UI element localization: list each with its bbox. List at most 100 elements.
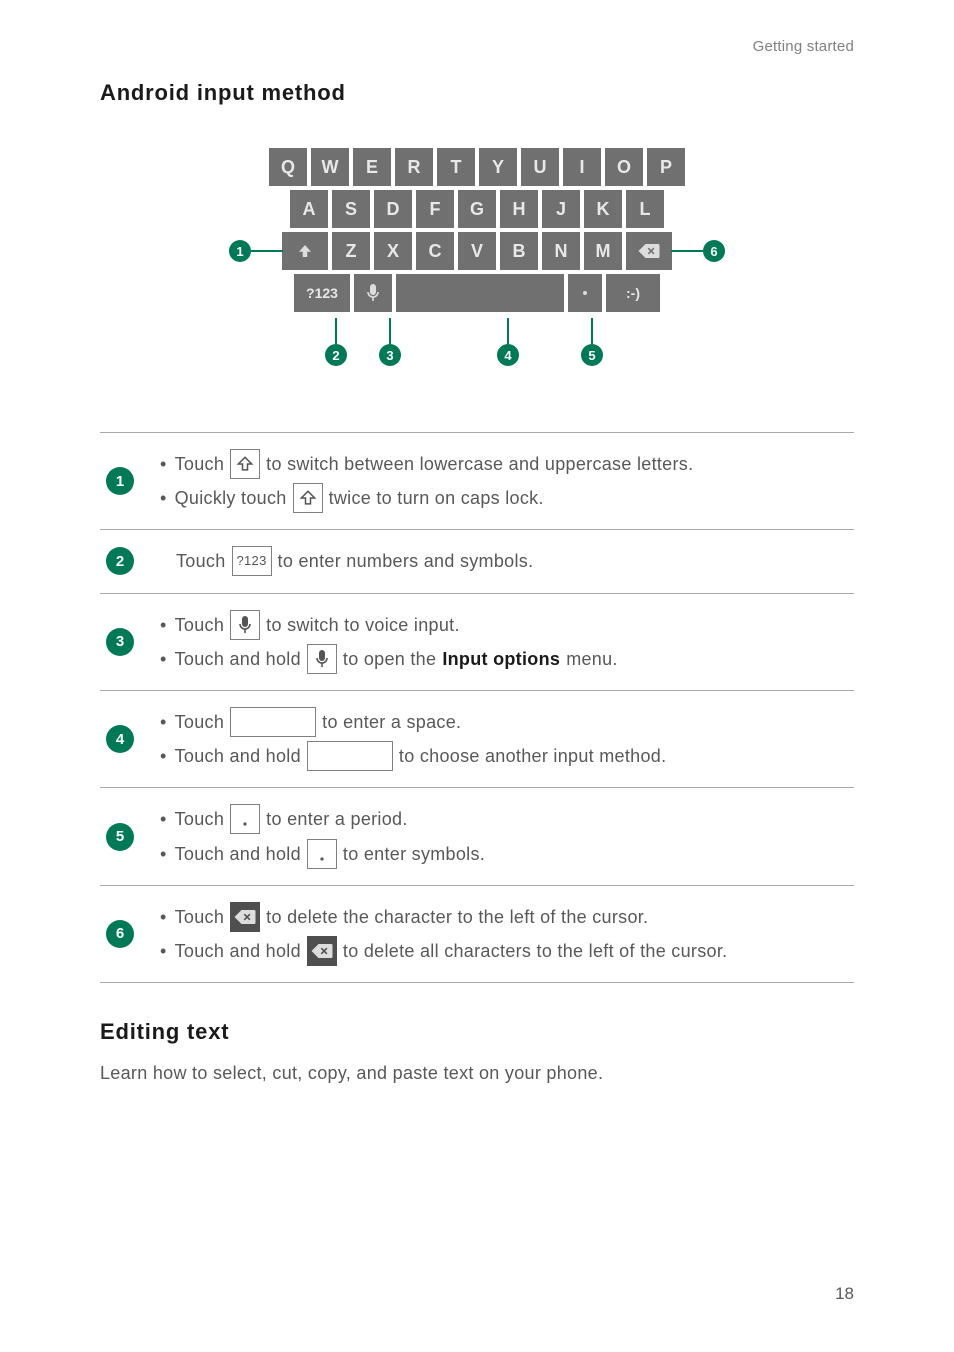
callout-line-1: [251, 250, 283, 252]
key-f: F: [416, 190, 454, 228]
key-a: A: [290, 190, 328, 228]
key-l: L: [626, 190, 664, 228]
key-z: Z: [332, 232, 370, 270]
keyboard-row-1: Q W E R T Y U I O P: [177, 148, 777, 186]
row1-a-before: Touch: [175, 447, 225, 481]
row-number-5: 5: [106, 823, 134, 851]
key-emoji: :-): [606, 274, 660, 312]
header-label: Getting started: [753, 38, 854, 55]
key-o: O: [605, 148, 643, 186]
row1-b-before: Quickly touch: [175, 481, 287, 515]
period-key-icon: [230, 804, 260, 834]
key-backspace: [626, 232, 672, 270]
row4-a-before: Touch: [175, 705, 225, 739]
callout-4: 4: [497, 344, 519, 366]
key-n: N: [542, 232, 580, 270]
spacebar-icon: [230, 707, 316, 737]
table-row: 3 Touch to switch to voice input. Touch …: [100, 594, 854, 691]
table-row: 2 Touch ?123 to enter numbers and symbol…: [100, 530, 854, 593]
key-i: I: [563, 148, 601, 186]
table-row: 1 Touch to switch between lowercase and …: [100, 433, 854, 530]
row3-b-mid: to open the: [343, 642, 436, 676]
page-number: 18: [835, 1284, 854, 1304]
row3-a-after: to switch to voice input.: [266, 608, 460, 642]
key-g: G: [458, 190, 496, 228]
key-w: W: [311, 148, 349, 186]
section-title-editing: Editing text: [100, 1019, 854, 1045]
key-e: E: [353, 148, 391, 186]
reference-table: 1 Touch to switch between lowercase and …: [100, 432, 854, 983]
callout-2: 2: [325, 344, 347, 366]
mic-icon: [230, 610, 260, 640]
key-m: M: [584, 232, 622, 270]
row1-b-after: twice to turn on caps lock.: [329, 481, 544, 515]
row5-a-before: Touch: [175, 802, 225, 836]
backspace-icon: [230, 902, 260, 932]
row6-a-before: Touch: [175, 900, 225, 934]
row-number-2: 2: [106, 547, 134, 575]
section-title-android: Android input method: [100, 80, 854, 106]
editing-description: Learn how to select, cut, copy, and past…: [100, 1063, 854, 1084]
row5-a-after: to enter a period.: [266, 802, 408, 836]
row4-b-before: Touch and hold: [175, 739, 301, 773]
row2-before: Touch: [176, 544, 226, 578]
key-r: R: [395, 148, 433, 186]
shift-icon: [230, 449, 260, 479]
key-v: V: [458, 232, 496, 270]
key-j: J: [542, 190, 580, 228]
backspace-icon: [307, 936, 337, 966]
callout-6: 6: [703, 240, 725, 262]
row6-b-after: to delete all characters to the left of …: [343, 934, 728, 968]
callout-1: 1: [229, 240, 251, 262]
callout-line-3: [389, 318, 391, 344]
callout-line-5: [591, 318, 593, 344]
key-shift: [282, 232, 328, 270]
key-y: Y: [479, 148, 517, 186]
row5-b-before: Touch and hold: [175, 837, 301, 871]
keyboard-row-2: A S D F G H J K L: [177, 190, 777, 228]
table-row: 6 Touch to delete the character to the l…: [100, 886, 854, 983]
key-mic: [354, 274, 392, 312]
callout-line-2: [335, 318, 337, 344]
row3-b-after: menu.: [566, 642, 618, 676]
key-u: U: [521, 148, 559, 186]
row2-after: to enter numbers and symbols.: [278, 544, 534, 578]
row-number-6: 6: [106, 920, 134, 948]
row1-a-after: to switch between lowercase and uppercas…: [266, 447, 693, 481]
key-x: X: [374, 232, 412, 270]
row6-a-after: to delete the character to the left of t…: [266, 900, 648, 934]
row4-a-after: to enter a space.: [322, 705, 461, 739]
key-k: K: [584, 190, 622, 228]
callout-line-4: [507, 318, 509, 344]
row3-b-before: Touch and hold: [175, 642, 301, 676]
symbols-key-icon: ?123: [232, 546, 272, 576]
callout-line-6: [671, 250, 703, 252]
key-h: H: [500, 190, 538, 228]
key-t: T: [437, 148, 475, 186]
row-number-1: 1: [106, 467, 134, 495]
key-symbols: ?123: [294, 274, 350, 312]
table-row: 5 Touch to enter a period. Touch and hol…: [100, 788, 854, 885]
key-space: [396, 274, 564, 312]
shift-icon: [293, 483, 323, 513]
row-number-4: 4: [106, 725, 134, 753]
key-b: B: [500, 232, 538, 270]
key-q: Q: [269, 148, 307, 186]
keyboard-illustration: Q W E R T Y U I O P A S D F G H J K L: [100, 142, 854, 392]
table-row: 4 Touch to enter a space. Touch and hold…: [100, 691, 854, 788]
key-c: C: [416, 232, 454, 270]
key-d: D: [374, 190, 412, 228]
row5-b-after: to enter symbols.: [343, 837, 485, 871]
mic-icon: [307, 644, 337, 674]
callout-3: 3: [379, 344, 401, 366]
row-number-3: 3: [106, 628, 134, 656]
row3-a-before: Touch: [175, 608, 225, 642]
keyboard-row-4: ?123 :-): [177, 274, 777, 312]
key-s: S: [332, 190, 370, 228]
key-p: P: [647, 148, 685, 186]
row6-b-before: Touch and hold: [175, 934, 301, 968]
callout-5: 5: [581, 344, 603, 366]
spacebar-icon: [307, 741, 393, 771]
row4-b-after: to choose another input method.: [399, 739, 666, 773]
key-period: [568, 274, 602, 312]
